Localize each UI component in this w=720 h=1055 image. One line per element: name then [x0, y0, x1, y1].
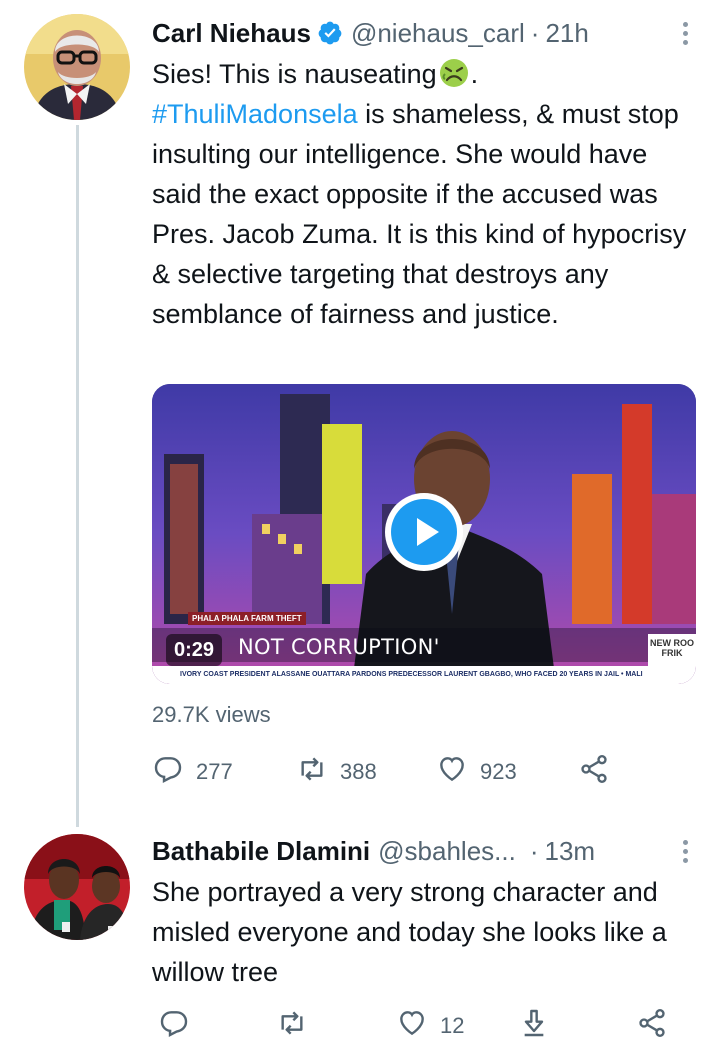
tweet[interactable]: Bathabile Dlamini @sbahles... · 13m She …: [0, 830, 720, 1055]
more-icon[interactable]: [680, 22, 690, 46]
like-icon: [396, 1007, 428, 1045]
news-ticker: IVORY COAST PRESIDENT ALASSANE OUATTARA …: [152, 666, 696, 684]
separator-dot: ·: [529, 835, 539, 866]
like-count: 923: [480, 759, 517, 784]
tweet-text: She portrayed a very strong character an…: [152, 877, 667, 987]
handle[interactable]: @niehaus_carl: [351, 18, 525, 49]
play-button[interactable]: [385, 493, 463, 571]
verified-badge-icon: [317, 20, 343, 46]
reply-button[interactable]: [158, 1006, 190, 1046]
nauseated-face-emoji: [437, 58, 471, 88]
video-player[interactable]: PHALA PHALA FARM THEFT NOT CORRUPTION' N…: [152, 384, 696, 684]
video-headline: NOT CORRUPTION': [238, 635, 440, 659]
download-button[interactable]: [518, 1006, 550, 1046]
retweet-icon: [276, 1007, 308, 1045]
video-duration: 0:29: [166, 634, 223, 666]
channel-brand: NEW ROO FRIK: [648, 634, 696, 666]
tweet[interactable]: Carl Niehaus @niehaus_carl · 21h Sies! T…: [0, 0, 720, 830]
timestamp[interactable]: 13m: [545, 836, 596, 867]
share-icon: [636, 1007, 668, 1045]
share-button[interactable]: [578, 752, 610, 792]
video-label: PHALA PHALA FARM THEFT: [188, 612, 306, 625]
share-icon: [578, 753, 610, 791]
retweet-button[interactable]: 388: [296, 752, 377, 792]
tweet-text-punct: .: [470, 59, 479, 89]
retweet-button[interactable]: [276, 1006, 308, 1046]
tweet-text-body: is shameless, & must stop insulting our …: [152, 99, 687, 329]
tweet-text: Sies! This is nauseating. #ThuliMadonsel…: [152, 54, 700, 334]
tweet-header: Bathabile Dlamini @sbahles... · 13m: [152, 834, 720, 868]
like-count: 12: [440, 1013, 465, 1038]
reply-icon: [158, 1007, 190, 1045]
timestamp[interactable]: 21h: [545, 18, 588, 49]
display-name[interactable]: Bathabile Dlamini: [152, 836, 370, 867]
like-icon: [436, 753, 468, 791]
tweet-text-intro: Sies! This is nauseating: [152, 59, 437, 89]
avatar[interactable]: [24, 14, 130, 120]
display-name[interactable]: Carl Niehaus: [152, 18, 311, 49]
view-count: 29.7K views: [152, 702, 271, 727]
reply-count: 277: [196, 759, 233, 784]
handle[interactable]: @sbahles...: [378, 836, 516, 867]
separator-dot: ·: [530, 17, 540, 48]
hashtag-link[interactable]: #ThuliMadonsela: [152, 99, 358, 129]
play-icon: [391, 499, 457, 565]
reply-button[interactable]: 277: [152, 752, 233, 792]
avatar[interactable]: [24, 834, 130, 940]
like-button[interactable]: 923: [436, 752, 517, 792]
retweet-icon: [296, 753, 328, 791]
share-button[interactable]: [636, 1006, 668, 1046]
like-button[interactable]: 12: [396, 1006, 464, 1046]
reply-icon: [152, 753, 184, 791]
retweet-count: 388: [340, 759, 377, 784]
tweet-header: Carl Niehaus @niehaus_carl · 21h: [152, 16, 720, 50]
download-icon: [518, 1007, 550, 1045]
more-icon[interactable]: [680, 840, 690, 864]
